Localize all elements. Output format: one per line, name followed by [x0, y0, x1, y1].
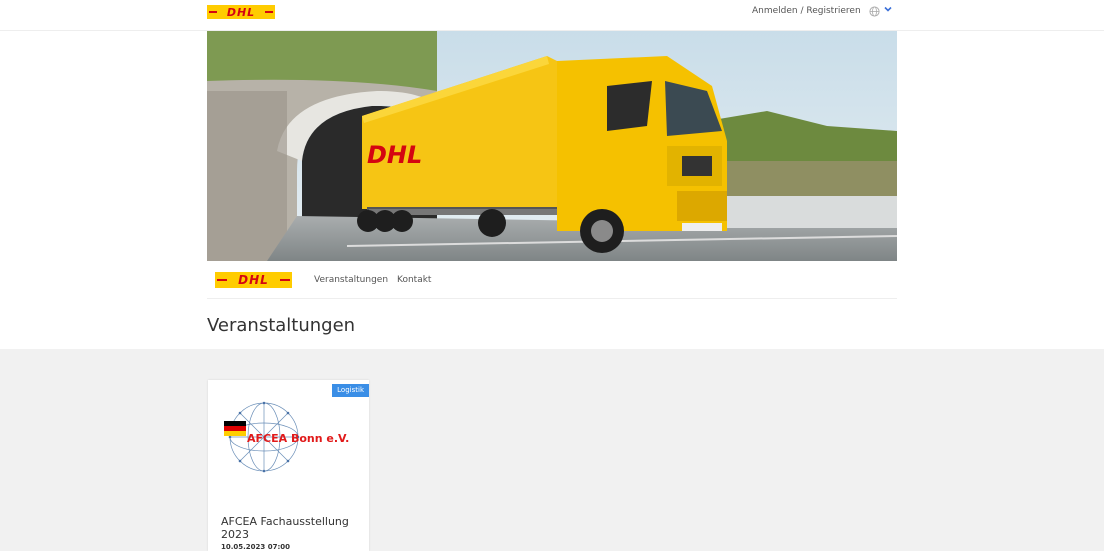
chevron-down-icon[interactable]: [884, 5, 892, 16]
nav-dhl-logo[interactable]: DHL: [215, 272, 292, 288]
flag-stripe-red: [224, 426, 246, 431]
nav-item-veranstaltungen[interactable]: Veranstaltungen: [314, 275, 388, 285]
nav-divider: [207, 298, 897, 299]
afcea-logo-text: AFCEA Bonn e.V.: [247, 432, 349, 445]
flag-stripe-black: [224, 421, 246, 426]
dhl-logo[interactable]: DHL: [207, 5, 275, 19]
dhl-logo-text: DHL: [226, 5, 256, 19]
nav-item-kontakt[interactable]: Kontakt: [397, 275, 431, 285]
event-title: AFCEA Fachausstellung 2023: [221, 515, 349, 541]
event-date: 10.05.2023 07:00: [221, 543, 291, 551]
logo-stripe: [209, 11, 217, 13]
logo-stripe: [280, 279, 290, 281]
nav-dhl-logo-text: DHL: [238, 273, 269, 287]
event-card[interactable]: Logistik AFCEA Bonn e.V. AFCEA Fachausst…: [208, 380, 369, 551]
chevron-svg: [884, 6, 892, 12]
page-title: Veranstaltungen: [207, 315, 356, 336]
afcea-logo: AFCEA Bonn e.V.: [224, 401, 349, 473]
top-bar: DHL Anmelden / Registrieren: [0, 0, 1104, 31]
login-register-link[interactable]: Anmelden / Registrieren: [752, 6, 861, 16]
logo-stripe: [265, 11, 273, 13]
hero-truck-image: DHL: [207, 31, 897, 261]
events-section: [0, 349, 1104, 551]
flag-stripe-gold: [224, 431, 246, 436]
hero-banner: DHL: [207, 31, 897, 261]
globe-icon-svg: [869, 6, 880, 17]
logo-stripe: [217, 279, 227, 281]
globe-icon[interactable]: [869, 6, 880, 17]
truck-dhl-text: DHL: [367, 141, 422, 169]
